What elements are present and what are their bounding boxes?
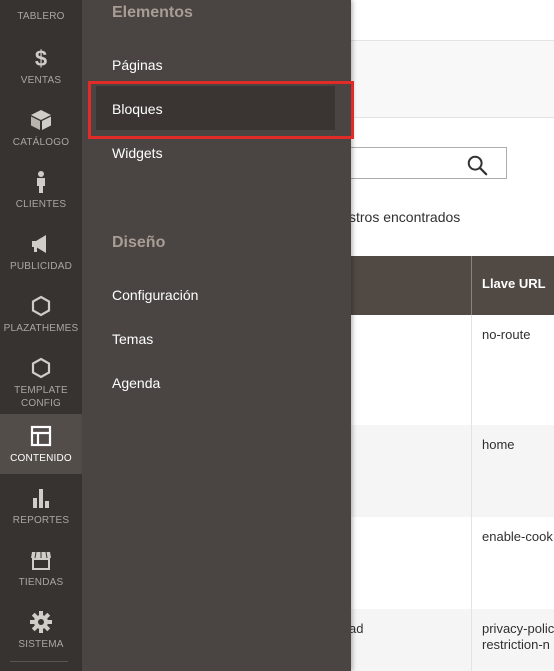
submenu-link-widgets[interactable]: Widgets bbox=[112, 145, 163, 161]
nav-item-publicidad[interactable]: PUBLICIDAD bbox=[0, 232, 82, 282]
dollar-icon: $ bbox=[35, 46, 47, 70]
hexagon-icon bbox=[31, 295, 51, 317]
nav-item-template-config[interactable]: TEMPLATE CONFIG bbox=[0, 356, 82, 412]
nav-item-catalogo[interactable]: CATÁLOGO bbox=[0, 108, 82, 158]
submenu-link-paginas[interactable]: Páginas bbox=[112, 57, 163, 73]
url-key-cell: enable-cook bbox=[482, 529, 553, 544]
nav-item-ventas[interactable]: $ VENTAS bbox=[0, 46, 82, 96]
submenu-link-configuracion[interactable]: Configuración bbox=[112, 287, 198, 303]
nav-item-label: CONTENIDO bbox=[10, 453, 72, 464]
nav-item-label: VENTAS bbox=[20, 75, 62, 86]
section-title-elementos: Elementos bbox=[112, 4, 193, 21]
url-key-cell: home bbox=[482, 437, 515, 452]
column-separator bbox=[471, 256, 472, 315]
store-icon bbox=[31, 551, 51, 570]
nav-item-clientes[interactable]: CLIENTES bbox=[0, 170, 82, 220]
nav-item-label: SISTEMA bbox=[18, 639, 64, 650]
search-icon[interactable] bbox=[466, 154, 488, 176]
cell-separator bbox=[471, 609, 472, 671]
nav-item-tiendas[interactable]: TIENDAS bbox=[0, 548, 82, 598]
submenu-link-temas[interactable]: Temas bbox=[112, 331, 153, 347]
section-title-diseno: Diseño bbox=[112, 234, 166, 251]
highlight-annotation-box bbox=[88, 81, 354, 139]
nav-item-label: TIENDAS bbox=[18, 577, 64, 588]
divider bbox=[10, 661, 68, 662]
cell-separator bbox=[471, 517, 472, 609]
nav-item-label: CATÁLOGO bbox=[12, 137, 70, 148]
layout-icon bbox=[30, 425, 52, 447]
nav-item-tablero[interactable]: TABLERO bbox=[0, 0, 82, 34]
nav-item-label: TEMPLATE CONFIG bbox=[14, 385, 68, 409]
url-key-line-1: privacy-polic bbox=[482, 621, 554, 636]
records-found-text: stros encontrados bbox=[349, 209, 461, 225]
url-key-cell: privacy-polic restriction-n bbox=[482, 621, 554, 653]
nav-item-label: CLIENTES bbox=[15, 199, 67, 210]
cell-separator bbox=[471, 315, 472, 425]
bar-chart-icon bbox=[33, 489, 49, 508]
nav-item-plazathemes[interactable]: PLAZATHEMES bbox=[0, 294, 82, 344]
admin-sidebar: TABLERO $ VENTAS CATÁLOGO CLIENTES PUBLI… bbox=[0, 0, 82, 671]
nav-item-contenido[interactable]: CONTENIDO bbox=[0, 414, 82, 474]
url-key-cell: no-route bbox=[482, 327, 531, 342]
box-icon bbox=[31, 110, 51, 130]
nav-item-label: PLAZATHEMES bbox=[3, 323, 79, 334]
megaphone-icon bbox=[32, 235, 46, 253]
hexagon-icon bbox=[31, 357, 51, 379]
url-key-line-2: restriction-n bbox=[482, 637, 550, 652]
gear-icon bbox=[30, 611, 52, 633]
nav-item-reportes[interactable]: REPORTES bbox=[0, 486, 82, 536]
svg-text:$: $ bbox=[35, 46, 47, 70]
cell-separator bbox=[471, 425, 472, 517]
nav-item-label: REPORTES bbox=[12, 515, 70, 526]
nav-item-label: TABLERO bbox=[17, 11, 65, 22]
submenu-link-agenda[interactable]: Agenda bbox=[112, 375, 160, 391]
column-header-url-key[interactable]: Llave URL bbox=[482, 276, 546, 291]
row-text-cell: ad bbox=[349, 621, 364, 636]
nav-item-label: PUBLICIDAD bbox=[9, 261, 72, 272]
nav-item-sistema[interactable]: SISTEMA bbox=[0, 610, 82, 660]
person-icon bbox=[37, 171, 45, 193]
